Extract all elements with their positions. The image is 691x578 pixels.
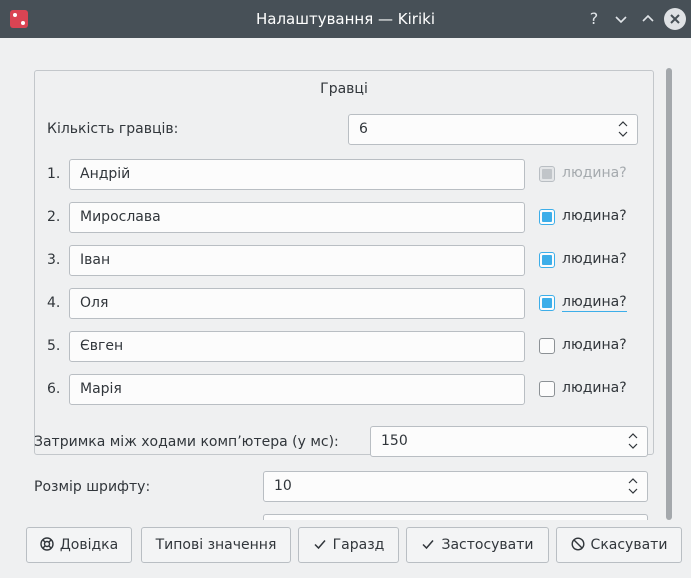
cancel-button[interactable]: Скасувати bbox=[556, 527, 682, 563]
human-checkbox-label[interactable]: людина? bbox=[562, 380, 627, 396]
human-checkbox-label[interactable]: людина? bbox=[562, 251, 627, 267]
close-icon[interactable] bbox=[664, 8, 686, 30]
human-checkbox-label[interactable]: людина? bbox=[562, 337, 627, 353]
help-button[interactable]: Довідка bbox=[26, 527, 132, 563]
player-name-input[interactable]: Оля bbox=[69, 288, 525, 319]
player-number: 5. bbox=[47, 338, 61, 354]
players-groupbox: Гравці Кількість гравців: 6 1. Андрій лю… bbox=[34, 70, 654, 455]
human-checkbox-label: людина? bbox=[562, 165, 627, 181]
check-icon bbox=[313, 528, 327, 562]
apply-button-label: Застосувати bbox=[441, 537, 534, 553]
hidden-field-edge bbox=[263, 514, 648, 520]
player-count-value: 6 bbox=[359, 121, 368, 137]
title-bar: Налаштування — Kiriki ? bbox=[0, 0, 691, 38]
font-size-label: Розмір шрифту: bbox=[34, 479, 151, 495]
scrollbar-thumb[interactable] bbox=[666, 68, 672, 520]
human-checkbox[interactable] bbox=[539, 252, 555, 268]
defaults-button-label: Типові значення bbox=[155, 537, 277, 553]
settings-content: Гравці Кількість гравців: 6 1. Андрій лю… bbox=[0, 38, 691, 578]
spin-arrows-icon[interactable] bbox=[627, 475, 639, 497]
player-number: 6. bbox=[47, 381, 61, 397]
ok-button-label: Гаразд bbox=[332, 537, 385, 553]
player-name-input[interactable]: Євген bbox=[69, 331, 525, 362]
player-name-input[interactable]: Марія bbox=[69, 374, 525, 405]
spin-arrows-icon[interactable] bbox=[627, 430, 639, 452]
players-group-title: Гравці bbox=[320, 81, 368, 97]
delay-value: 150 bbox=[381, 433, 408, 449]
cancel-button-label: Скасувати bbox=[590, 537, 668, 553]
player-number: 2. bbox=[47, 209, 61, 225]
player-number: 4. bbox=[47, 295, 61, 311]
human-checkbox bbox=[539, 166, 555, 182]
minimize-icon[interactable] bbox=[610, 8, 632, 30]
player-name-input[interactable]: Андрій bbox=[69, 159, 525, 190]
help-title-icon[interactable]: ? bbox=[583, 8, 605, 30]
player-number: 1. bbox=[47, 166, 61, 182]
delay-label: Затримка між ходами комп’ютера (у мс): bbox=[34, 434, 339, 450]
human-checkbox[interactable] bbox=[539, 209, 555, 225]
delay-spinbox[interactable]: 150 bbox=[370, 426, 648, 457]
spin-arrows-icon[interactable] bbox=[617, 118, 629, 140]
human-checkbox[interactable] bbox=[539, 381, 555, 397]
human-checkbox-label[interactable]: людина? bbox=[562, 208, 627, 224]
help-button-label: Довідка bbox=[59, 537, 119, 553]
defaults-button[interactable]: Типові значення bbox=[141, 527, 291, 563]
maximize-icon[interactable] bbox=[637, 8, 659, 30]
font-size-spinbox[interactable]: 10 bbox=[263, 471, 648, 502]
cancel-icon bbox=[571, 528, 585, 562]
human-checkbox[interactable] bbox=[539, 295, 555, 311]
player-name-input[interactable]: Іван bbox=[69, 245, 525, 276]
ok-button[interactable]: Гаразд bbox=[298, 527, 399, 563]
check-icon bbox=[421, 528, 435, 562]
player-count-label: Кількість гравців: bbox=[47, 121, 179, 137]
human-checkbox[interactable] bbox=[539, 338, 555, 354]
player-count-spinbox[interactable]: 6 bbox=[348, 114, 638, 145]
player-name-input[interactable]: Мирослава bbox=[69, 202, 525, 233]
font-size-value: 10 bbox=[274, 478, 292, 494]
lifebuoy-icon bbox=[40, 528, 54, 562]
player-number: 3. bbox=[47, 252, 61, 268]
apply-button[interactable]: Застосувати bbox=[406, 527, 549, 563]
human-checkbox-label[interactable]: людина? bbox=[562, 294, 627, 312]
